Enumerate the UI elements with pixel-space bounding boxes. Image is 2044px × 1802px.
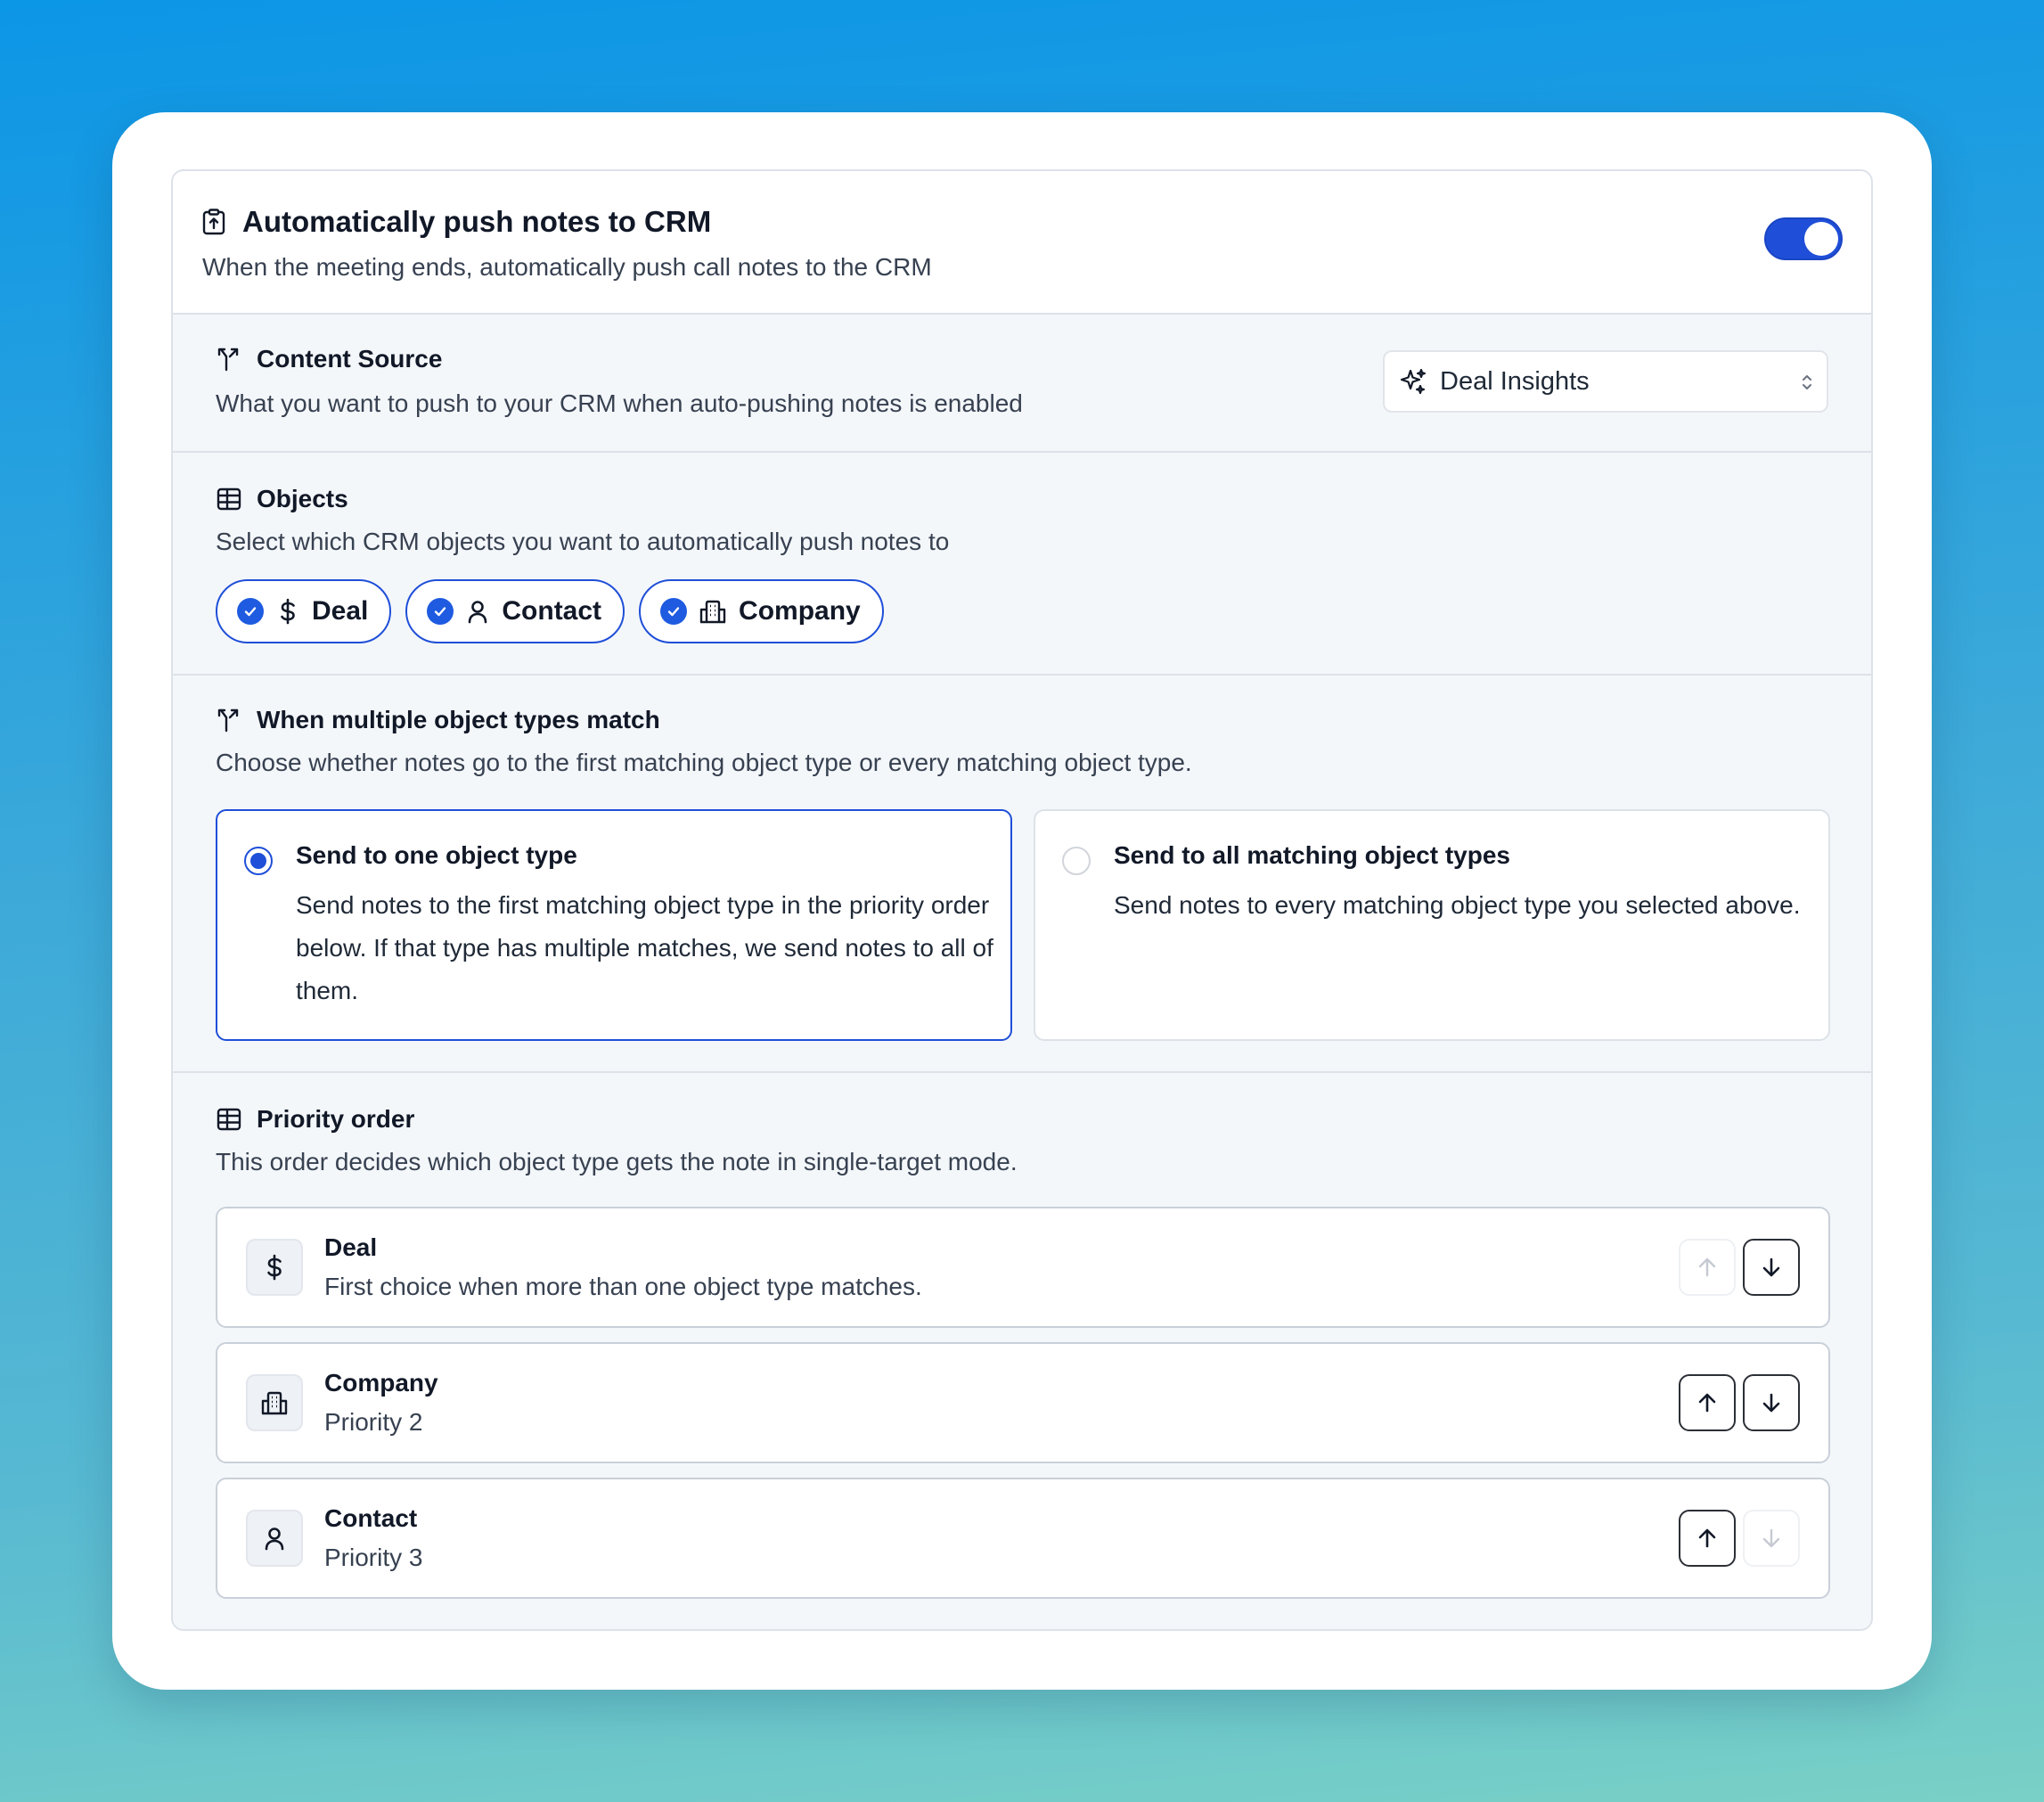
panel-header: Automatically push notes to CRM When the… [173,171,1871,315]
settings-card: Automatically push notes to CRM When the… [112,112,1932,1690]
building-icon [699,599,726,624]
option-title: Send to one object type [296,841,577,869]
chip-contact-label: Contact [502,596,602,626]
move-up-button[interactable] [1679,1510,1736,1567]
priority-row-name: Deal [324,1233,378,1261]
chip-contact[interactable]: Contact [405,579,625,643]
priority-row-description: First choice when more than one object t… [324,1273,922,1300]
sparkles-icon [1399,367,1427,396]
clipboard-upload-icon [201,209,226,235]
page-description: When the meeting ends, automatically pus… [202,253,932,281]
dollar-icon [246,1239,303,1296]
radio-send-to-one[interactable] [244,847,273,875]
multiple-match-description: Choose whether notes go to the first mat… [216,749,1192,776]
priority-row-name: Company [324,1369,438,1397]
split-arrow-icon [216,707,242,733]
move-up-button[interactable] [1679,1239,1736,1296]
table-icon [216,1106,242,1133]
arrow-down-icon [1762,1393,1780,1413]
chip-deal-label: Deal [312,596,369,626]
priority-title: Priority order [257,1105,415,1133]
user-icon [246,1510,303,1567]
auto-push-toggle[interactable] [1764,217,1843,260]
priority-row-deal: Deal First choice when more than one obj… [216,1207,1830,1328]
option-title: Send to all matching object types [1114,841,1510,869]
priority-row-description: Priority 2 [324,1408,423,1436]
priority-row-company: Company Priority 2 [216,1342,1830,1463]
page-title: Automatically push notes to CRM [242,205,712,238]
arrow-down-icon [1762,1257,1780,1277]
split-arrow-icon [216,346,242,373]
check-icon [237,598,264,625]
check-icon [660,598,688,625]
move-down-button[interactable] [1743,1374,1800,1431]
multiple-match-title: When multiple object types match [257,706,660,733]
move-down-button[interactable] [1743,1510,1800,1567]
priority-section: Priority order This order decides which … [173,1073,1871,1629]
option-description: Send notes to every matching object type… [1114,891,1801,919]
move-down-button[interactable] [1743,1239,1800,1296]
chip-company-label: Company [739,596,861,626]
arrow-up-icon [1698,1528,1716,1548]
building-icon [246,1374,303,1431]
chip-company[interactable]: Company [639,579,884,643]
chevron-updown-icon [1800,372,1814,393]
priority-row-name: Contact [324,1504,418,1532]
objects-section: Objects Select which CRM objects you wan… [173,453,1871,676]
radio-send-to-all[interactable] [1062,847,1091,875]
option-send-to-all[interactable]: Send to all matching object types Send n… [1034,809,1830,1041]
chip-deal[interactable]: Deal [216,579,392,643]
priority-description: This order decides which object type get… [216,1148,1018,1175]
multiple-match-section: When multiple object types match Choose … [173,676,1871,1073]
option-description: Send notes to the first matching object … [296,891,993,1004]
content-source-select[interactable]: Deal Insights [1383,350,1828,413]
arrow-up-icon [1698,1257,1716,1277]
object-chips: Deal Contact Company [216,579,884,643]
content-source-section: Content Source What you want to push to … [173,315,1871,453]
toggle-knob [1804,222,1838,256]
content-source-title: Content Source [257,345,443,373]
option-send-to-one[interactable]: Send to one object type Send notes to th… [216,809,1012,1041]
objects-description: Select which CRM objects you want to aut… [216,528,950,555]
check-icon [427,598,454,625]
move-up-button[interactable] [1679,1374,1736,1431]
user-icon [466,599,489,624]
table-icon [216,486,242,512]
dollar-icon [276,598,299,625]
content-source-value: Deal Insights [1440,366,1590,396]
objects-title: Objects [257,485,348,512]
content-source-description: What you want to push to your CRM when a… [216,389,1023,417]
arrow-up-icon [1698,1393,1716,1413]
priority-row-description: Priority 3 [324,1544,423,1571]
arrow-down-icon [1762,1528,1780,1548]
priority-row-contact: Contact Priority 3 [216,1478,1830,1599]
crm-push-panel: Automatically push notes to CRM When the… [171,169,1873,1631]
